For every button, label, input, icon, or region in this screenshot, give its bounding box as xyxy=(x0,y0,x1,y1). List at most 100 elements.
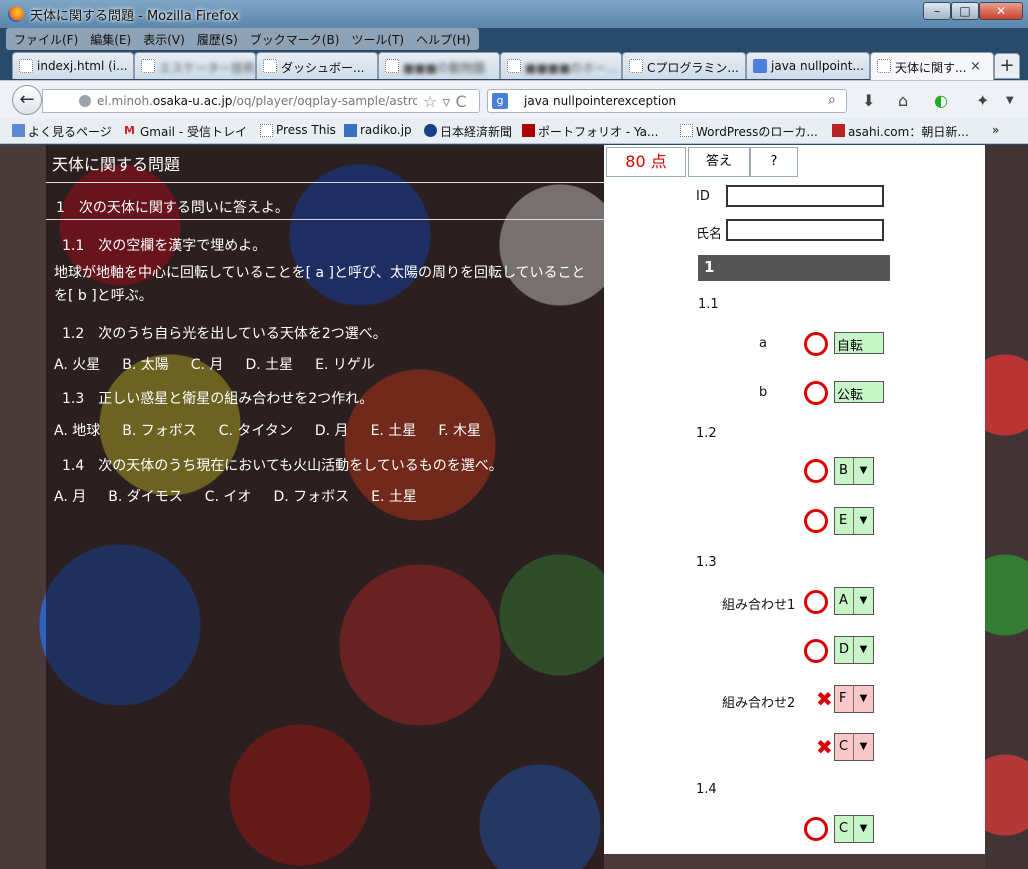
tab-label: 天体に関す... xyxy=(895,61,967,75)
home-icon[interactable]: ⌂ xyxy=(898,91,908,110)
bookmark-item[interactable]: M Gmail - 受信トレイ xyxy=(124,123,247,140)
search-bar[interactable]: g java nullpointerexception ⌕ xyxy=(487,89,847,113)
question-1-2: 1.2 次のうち自ら光を出している天体を2つ選べ。 xyxy=(62,326,387,342)
page-content: 天体に関する問題 1 次の天体に関する問いに答えよ。 1.1 次の空欄を漢字で埋… xyxy=(0,145,1028,869)
bookmark-item[interactable]: Press This xyxy=(260,123,336,137)
chevron-down-icon[interactable]: ▼ xyxy=(1006,95,1014,106)
name-field[interactable] xyxy=(726,219,884,241)
bookmark-item[interactable]: asahi.com：朝日新... xyxy=(832,123,969,140)
menu-tools[interactable]: ツール(T) xyxy=(345,28,410,50)
id-label: ID xyxy=(696,189,710,204)
choice: C. 月 xyxy=(190,357,224,373)
bookmark-item[interactable]: WordPressのローカ... xyxy=(680,123,818,140)
answer-b-field[interactable]: 公転 xyxy=(834,381,884,403)
new-tab-button[interactable]: + xyxy=(994,53,1020,79)
search-icon[interactable]: ⌕ xyxy=(828,92,836,108)
choice: B. 太陽 xyxy=(122,357,169,373)
select-combo1-b[interactable]: D ▼ xyxy=(834,636,874,664)
question-panel: 天体に関する問題 1 次の天体に関する問いに答えよ。 1.1 次の空欄を漢字で埋… xyxy=(46,145,604,869)
section-header: 1 xyxy=(698,255,890,281)
search-engine-icon[interactable]: g xyxy=(492,93,508,109)
correct-mark-icon xyxy=(804,509,828,533)
addon-icon[interactable]: ◐ xyxy=(934,91,948,110)
select-1-2-second[interactable]: E ▼ xyxy=(834,507,874,535)
answer-a-field[interactable]: 自転 xyxy=(834,332,884,354)
tab-home[interactable]: ■■■■のホー... xyxy=(500,52,622,79)
tab-escalator[interactable]: エスケーター技術... xyxy=(134,52,256,79)
tab-c-programming[interactable]: Cプログラミン... xyxy=(622,52,746,79)
question-heading: 1 次の天体に関する問いに答えよ。 xyxy=(56,200,289,216)
menu-help[interactable]: ヘルプ(H) xyxy=(410,28,476,50)
page-icon xyxy=(141,59,155,73)
choice: E. リゲル xyxy=(315,357,375,373)
bookmarks-toolbar: よく見るページ M Gmail - 受信トレイ Press This radiko… xyxy=(0,118,1028,144)
menu-bar: ファイル(F) 編集(E) 表示(V) 履歴(S) ブックマーク(B) ツール(… xyxy=(6,28,479,50)
combo-2-label: 組み合わせ2 xyxy=(722,696,796,711)
maximize-button[interactable]: □ xyxy=(951,2,979,20)
close-window-button[interactable]: ✕ xyxy=(979,2,1023,20)
page-title: 天体に関する問題 xyxy=(52,155,181,174)
bookmarks-more-icon[interactable]: » xyxy=(992,123,999,137)
menu-edit[interactable]: 編集(E) xyxy=(84,28,137,50)
choice: D. 月 xyxy=(314,423,349,439)
chevron-down-icon: ▼ xyxy=(853,458,873,484)
search-input[interactable]: java nullpointerexception xyxy=(524,94,676,108)
tab-label: ダッシュボー... xyxy=(281,61,365,75)
correct-mark-icon xyxy=(804,590,828,614)
section-1-3: 1.3 xyxy=(696,555,717,570)
answer-button[interactable]: 答え xyxy=(688,147,750,177)
minimize-button[interactable]: – xyxy=(923,2,951,20)
url-bar[interactable]: el.minoh.osaka-u.ac.jp/oq/player/oqplay-… xyxy=(42,89,480,113)
section-1-4: 1.4 xyxy=(696,782,717,797)
back-button[interactable]: ← xyxy=(12,85,42,115)
combo-1-label: 組み合わせ1 xyxy=(722,598,796,613)
select-1-2-first[interactable]: B ▼ xyxy=(834,457,874,485)
bookmark-star-icon[interactable]: ☆ ▿ C xyxy=(423,92,467,111)
tab-dashboard[interactable]: ダッシュボー... xyxy=(256,52,378,79)
tab-java-npe[interactable]: java nullpoint... xyxy=(746,52,870,79)
menu-bookmarks[interactable]: ブックマーク(B) xyxy=(244,28,346,50)
tab-zoo[interactable]: ■■■の動物園 xyxy=(378,52,500,79)
name-label: 氏名 xyxy=(696,227,723,242)
tab-close-icon[interactable]: × xyxy=(970,59,981,74)
choices-1-4: A. 月 B. ダイモス C. イオ D. フォボス E. 土星 xyxy=(54,486,417,506)
choice: B. ダイモス xyxy=(108,489,183,505)
choice: C. タイタン xyxy=(218,423,293,439)
menu-history[interactable]: 履歴(S) xyxy=(191,28,244,50)
wrong-mark-icon: ✖ xyxy=(816,735,833,759)
choice: A. 月 xyxy=(54,489,87,505)
select-combo1-a[interactable]: A ▼ xyxy=(834,587,874,615)
tab-label: java nullpoint... xyxy=(771,59,864,73)
answer-panel: 80 点 答え ? ID 氏名 1 1.1 a 自転 b 公転 1.2 B ▼ E… xyxy=(604,145,985,854)
choices-1-2: A. 火星 B. 太陽 C. 月 D. 土星 E. リゲル xyxy=(54,354,375,374)
menu-view[interactable]: 表示(V) xyxy=(137,28,191,50)
choices-1-3: A. 地球 B. フォボス C. タイタン D. 月 E. 土星 F. 木星 xyxy=(54,420,481,440)
bookmark-item[interactable]: よく見るページ xyxy=(12,123,112,140)
question-1-1-text: 地球が地軸を中心に回転していることを[ a ]と呼び、太陽の周りを回転しているこ… xyxy=(54,265,586,304)
bookmark-item[interactable]: ポートフォリオ - Ya... xyxy=(522,123,658,140)
download-icon[interactable]: ⬇ xyxy=(862,91,875,110)
question-1-1: 1.1 次の空欄を漢字で埋めよ。 xyxy=(62,238,267,254)
choice: A. 火星 xyxy=(54,357,101,373)
menu-file[interactable]: ファイル(F) xyxy=(8,28,84,50)
extension-icon[interactable]: ✦ xyxy=(976,91,989,110)
navigation-toolbar: el.minoh.osaka-u.ac.jp/oq/player/oqplay-… xyxy=(0,80,1028,118)
chevron-down-icon: ▼ xyxy=(853,508,873,534)
window-titlebar: 天体に関する問題 - Mozilla Firefox – □ ✕ xyxy=(0,0,1028,28)
select-combo2-b[interactable]: C ▼ xyxy=(834,733,874,761)
tab-label: ■■■■のホー... xyxy=(525,61,618,75)
bookmark-item[interactable]: radiko.jp xyxy=(344,123,412,137)
select-1-4[interactable]: C ▼ xyxy=(834,815,874,843)
tab-indexj[interactable]: indexj.html (i... xyxy=(12,52,134,79)
section-1-2: 1.2 xyxy=(696,426,717,441)
help-button[interactable]: ? xyxy=(750,147,798,177)
id-field[interactable] xyxy=(726,185,884,207)
url-text: el.minoh.osaka-u.ac.jp/oq/player/oqplay-… xyxy=(97,94,417,108)
select-combo2-a[interactable]: F ▼ xyxy=(834,685,874,713)
blank-a-label: a xyxy=(759,336,767,351)
chevron-down-icon: ▼ xyxy=(853,816,873,842)
choice: E. 土星 xyxy=(371,489,417,505)
choice: D. フォボス xyxy=(273,489,350,505)
bookmark-item[interactable]: 日本経済新聞 xyxy=(424,123,512,140)
score-display: 80 点 xyxy=(606,147,686,177)
